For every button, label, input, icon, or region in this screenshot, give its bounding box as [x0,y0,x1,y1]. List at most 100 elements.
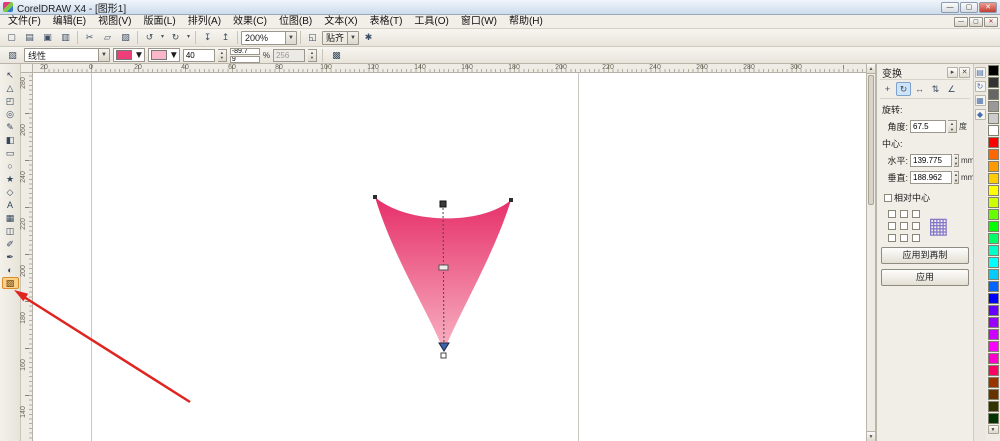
palette-color-4[interactable] [988,113,999,124]
fill-type-combo[interactable]: 线性 ▼ [24,48,110,62]
palette-color-2[interactable] [988,89,999,100]
redo-button-dropdown-icon[interactable]: ▾ [185,30,192,45]
redo-button[interactable]: ↻ [167,30,184,45]
close-button[interactable]: ✕ [979,2,997,13]
pink-triangle-shape[interactable] [33,73,866,441]
snap-dropdown-icon[interactable]: ▼ [347,32,358,44]
interactive-fill-tool[interactable]: ▨ [2,277,19,289]
open-button[interactable]: ▤ [21,30,38,45]
basic-shapes-tool[interactable]: ◇ [2,186,19,198]
ruler-origin-corner[interactable] [21,64,33,73]
menu-item-10[interactable]: 窗口(W) [455,15,503,28]
export-button[interactable]: ↥ [217,30,234,45]
drawing-canvas[interactable] [33,73,866,441]
import-button[interactable]: ↧ [199,30,216,45]
palette-color-8[interactable] [988,161,999,172]
fill-type-dropdown-icon[interactable]: ▼ [98,49,109,61]
palette-color-18[interactable] [988,281,999,292]
palette-color-20[interactable] [988,305,999,316]
palette-color-27[interactable] [988,389,999,400]
shape-node-right[interactable] [509,198,513,202]
shape-tool[interactable]: △ [2,82,19,94]
palette-color-1[interactable] [988,77,999,88]
docker-tab-1[interactable]: ▤ [975,67,986,78]
palette-color-0[interactable] [988,65,999,76]
eyedropper-tool[interactable]: ✐ [2,238,19,250]
anchor-checkbox-3[interactable] [888,222,896,230]
palette-color-23[interactable] [988,341,999,352]
scale-mirror-tab[interactable]: ↔ [912,82,927,96]
palette-color-21[interactable] [988,317,999,328]
palette-color-25[interactable] [988,365,999,376]
menu-item-8[interactable]: 表格(T) [364,15,409,28]
palette-color-28[interactable] [988,401,999,412]
menu-item-3[interactable]: 版面(L) [137,15,181,28]
palette-color-10[interactable] [988,185,999,196]
anchor-checkbox-5[interactable] [912,222,920,230]
menu-item-7[interactable]: 文本(X) [318,15,363,28]
horizontal-spinner[interactable]: ▲▼ [954,154,959,167]
rotate-tab[interactable]: ↻ [896,82,911,96]
zoom-tool[interactable]: ◎ [2,108,19,120]
anchor-checkbox-2[interactable] [912,210,920,218]
angle-input[interactable] [910,120,946,133]
menu-item-2[interactable]: 视图(V) [92,15,137,28]
crop-tool[interactable]: ◰ [2,95,19,107]
menu-item-11[interactable]: 帮助(H) [503,15,549,28]
doc-minimize-button[interactable]: — [954,17,968,27]
undo-button[interactable]: ↺ [141,30,158,45]
app-launcher-button[interactable]: ◱ [304,30,321,45]
palette-color-11[interactable] [988,197,999,208]
apply-button[interactable]: 应用 [881,269,969,286]
snap-combo[interactable]: 贴齐 ▼ [322,31,359,45]
minimize-button[interactable]: — [941,2,959,13]
docker-tab-2[interactable]: ↻ [975,81,986,92]
zoom-dropdown-icon[interactable]: ▼ [285,32,296,44]
menu-item-6[interactable]: 位图(B) [273,15,318,28]
rectangle-tool[interactable]: ▭ [2,147,19,159]
shape-node-left[interactable] [373,195,377,199]
menu-item-9[interactable]: 工具(O) [408,15,454,28]
palette-color-29[interactable] [988,413,999,424]
interactive-blend-tool[interactable]: ◫ [2,225,19,237]
apply-to-duplicate-button[interactable]: 应用到再制 [881,247,969,264]
menu-item-4[interactable]: 排列(A) [182,15,227,28]
palette-color-22[interactable] [988,329,999,340]
gradient-end-handle[interactable] [439,343,449,351]
print-button[interactable]: ▥ [57,30,74,45]
edit-fill-button[interactable]: ▧ [4,48,21,63]
steps-spinner[interactable]: ▲▼ [308,49,317,62]
palette-color-9[interactable] [988,173,999,184]
polygon-tool[interactable]: ★ [2,173,19,185]
palette-color-17[interactable] [988,269,999,280]
docker-tab-3[interactable]: ▦ [975,95,986,106]
undo-button-dropdown-icon[interactable]: ▾ [159,30,166,45]
fill-to-dropdown-icon[interactable]: ▼ [169,50,179,61]
edge-pad-input[interactable] [230,56,260,63]
size-tab[interactable]: ⇅ [928,82,943,96]
anchor-checkbox-6[interactable] [888,234,896,242]
palette-color-16[interactable] [988,257,999,268]
gradient-start-handle[interactable] [440,201,446,207]
paste-button[interactable]: ▨ [117,30,134,45]
anchor-checkbox-0[interactable] [888,210,896,218]
vertical-spinner[interactable]: ▲▼ [954,171,959,184]
shape-path[interactable] [375,197,511,352]
fill-to-color-combo[interactable]: ▼ [148,48,180,62]
palette-color-6[interactable] [988,137,999,148]
fill-midpoint-input[interactable] [183,49,215,62]
anchor-checkbox-8[interactable] [912,234,920,242]
cut-button[interactable]: ✂ [81,30,98,45]
zoom-level-combo[interactable]: 200% ▼ [241,31,297,45]
palette-color-19[interactable] [988,293,999,304]
docker-collapse-icon[interactable]: ▸ [947,67,958,78]
new-button[interactable]: ▢ [3,30,20,45]
scrollbar-thumb[interactable] [868,75,874,205]
fill-tool[interactable]: ◐ [2,264,19,276]
relative-center-checkbox[interactable] [884,194,892,202]
copy-button[interactable]: ▱ [99,30,116,45]
docker-close-icon[interactable]: ✕ [959,67,970,78]
fill-angle-input[interactable] [230,48,260,55]
anchor-checkbox-7[interactable] [900,234,908,242]
vertical-input[interactable] [910,171,952,184]
